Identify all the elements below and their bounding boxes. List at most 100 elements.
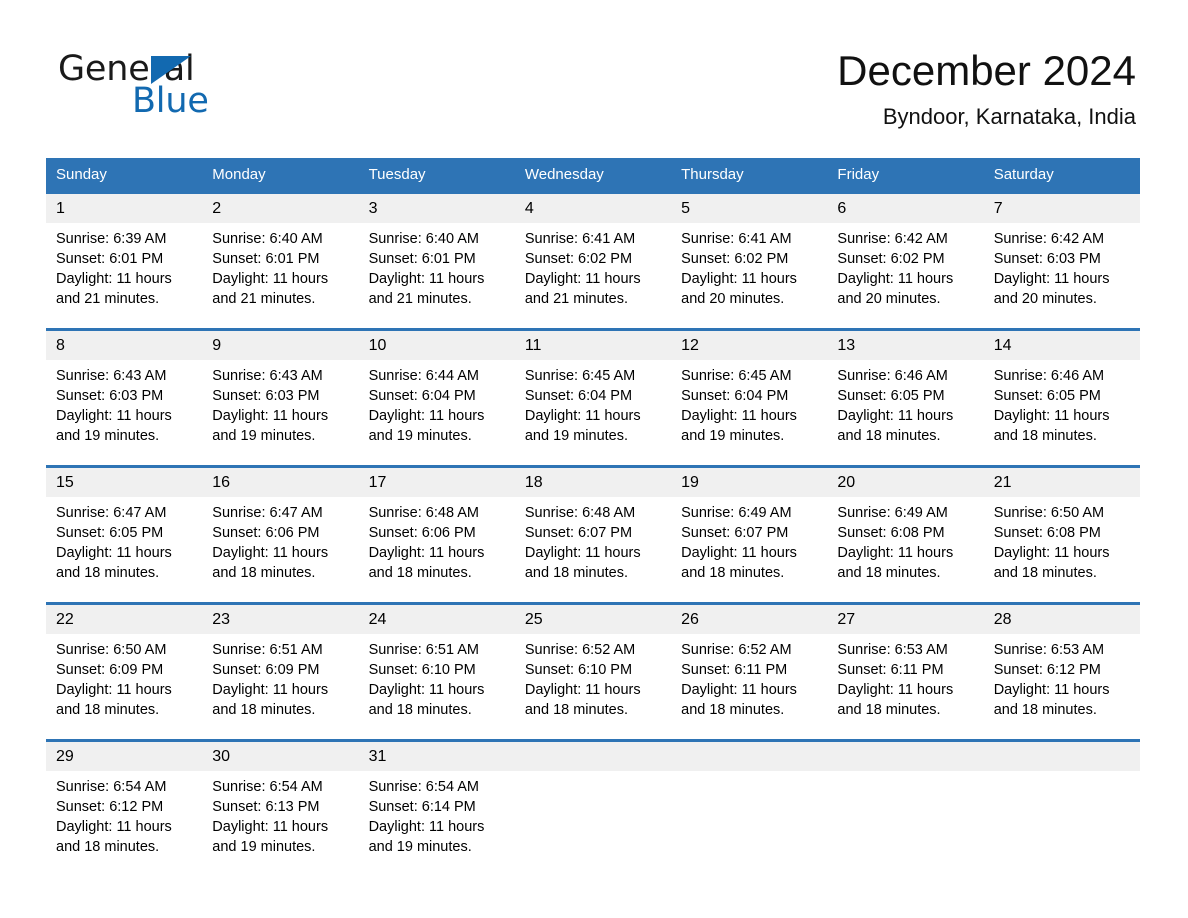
day-details: Sunrise: 6:48 AM Sunset: 6:06 PM Daylight:… — [359, 497, 515, 583]
calendar-day-cell[interactable]: 10 Sunrise: 6:44 AM Sunset: 6:04 PM Dayligh… — [358, 328, 515, 449]
calendar-day-cell[interactable]: 13 Sunrise: 6:46 AM Sunset: 6:05 PM Dayligh… — [827, 328, 984, 449]
day-details: Sunrise: 6:43 AM Sunset: 6:03 PM Daylight:… — [202, 360, 358, 446]
daylight-duration-line1: Daylight: 11 hours — [212, 271, 329, 287]
sunset-time: Sunset: 6:05 PM — [56, 525, 164, 541]
calendar-day-cell[interactable]: 5 Sunrise: 6:41 AM Sunset: 6:02 PM Daylight… — [671, 191, 828, 312]
daylight-duration-line2: and 18 minutes. — [993, 702, 1097, 718]
week-spacer-cell — [46, 312, 1140, 330]
daylight-duration-line1: Daylight: 11 hours — [993, 545, 1110, 561]
calendar-day-cell[interactable]: 2 Sunrise: 6:40 AM Sunset: 6:01 PM Daylight… — [202, 191, 359, 312]
day-number: 24 — [358, 605, 515, 634]
day-details: Sunrise: 6:46 AM Sunset: 6:05 PM Daylight:… — [984, 360, 1140, 446]
daylight-duration-line2: and 18 minutes. — [524, 702, 629, 718]
day-number: 19 — [671, 468, 828, 497]
day-details: Sunrise: 6:39 AM Sunset: 6:01 PM Daylight:… — [46, 223, 202, 309]
calendar-day-cell[interactable]: 27 Sunrise: 6:53 AM Sunset: 6:11 PM Dayligh… — [827, 602, 984, 723]
calendar-day-cell[interactable]: 21 Sunrise: 6:50 AM Sunset: 6:08 PM Dayligh… — [983, 465, 1140, 586]
daylight-duration-line1: Daylight: 11 hours — [56, 408, 172, 424]
day-details: Sunrise: 6:45 AM Sunset: 6:04 PM Daylight:… — [515, 360, 671, 446]
calendar-day-cell[interactable]: 8 Sunrise: 6:43 AM Sunset: 6:03 PM Daylight… — [46, 328, 203, 449]
daylight-duration-line2: and 18 minutes. — [212, 565, 316, 581]
sunset-time: Sunset: 6:03 PM — [212, 388, 320, 404]
day-number: 31 — [358, 742, 515, 771]
sunset-time: Sunset: 6:13 PM — [212, 799, 320, 815]
sunset-time: Sunset: 6:01 PM — [56, 251, 164, 267]
calendar-day-cell[interactable]: 25 Sunrise: 6:52 AM Sunset: 6:10 PM Dayligh… — [514, 602, 672, 723]
calendar-day-cell[interactable]: 17 Sunrise: 6:48 AM Sunset: 6:06 PM Dayligh… — [358, 465, 515, 586]
day-details: Sunrise: 6:49 AM Sunset: 6:08 PM Daylight:… — [827, 497, 983, 583]
page-title: December 2024 — [837, 47, 1136, 94]
calendar-day-cell[interactable]: 24 Sunrise: 6:51 AM Sunset: 6:10 PM Dayligh… — [358, 602, 515, 723]
daylight-duration-line1: Daylight: 11 hours — [681, 271, 797, 287]
weekday-header-row: Sunday Monday Tuesday Wednesday Thursday… — [46, 158, 1140, 193]
daylight-duration-line1: Daylight: 11 hours — [368, 408, 485, 424]
calendar-day-cell[interactable]: 20 Sunrise: 6:49 AM Sunset: 6:08 PM Dayligh… — [827, 465, 984, 586]
calendar-day-cell[interactable]: 22 Sunrise: 6:50 AM Sunset: 6:09 PM Dayligh… — [46, 602, 203, 723]
sunrise-time: Sunrise: 6:49 AM — [837, 505, 948, 521]
calendar-day-cell[interactable]: 1 Sunrise: 6:39 AM Sunset: 6:01 PM Daylight… — [46, 191, 203, 312]
sunrise-time: Sunrise: 6:41 AM — [681, 231, 792, 247]
day-number: 2 — [202, 194, 359, 223]
calendar-day-cell[interactable]: 28 Sunrise: 6:53 AM Sunset: 6:12 PM Dayligh… — [983, 602, 1140, 723]
calendar-day-cell[interactable]: 29 Sunrise: 6:54 AM Sunset: 6:12 PM Dayligh… — [46, 739, 203, 860]
daylight-duration-line1: Daylight: 11 hours — [56, 545, 172, 561]
calendar-day-cell[interactable]: 14 Sunrise: 6:46 AM Sunset: 6:05 PM Dayligh… — [983, 328, 1140, 449]
calendar-day-cell[interactable]: 15 Sunrise: 6:47 AM Sunset: 6:05 PM Dayligh… — [46, 465, 203, 586]
calendar-day-cell[interactable]: 7 Sunrise: 6:42 AM Sunset: 6:03 PM Daylight… — [983, 191, 1140, 312]
day-details: Sunrise: 6:41 AM Sunset: 6:02 PM Daylight:… — [515, 223, 671, 309]
sunset-time: Sunset: 6:06 PM — [368, 525, 476, 541]
daylight-duration-line1: Daylight: 11 hours — [681, 545, 797, 561]
sunset-time: Sunset: 6:04 PM — [368, 388, 476, 404]
day-number: 15 — [46, 468, 203, 497]
calendar-day-cell[interactable]: 31 Sunrise: 6:54 AM Sunset: 6:14 PM Dayligh… — [358, 739, 515, 860]
calendar-day-cell[interactable]: 12 Sunrise: 6:45 AM Sunset: 6:04 PM Dayligh… — [671, 328, 828, 449]
calendar-day-cell[interactable]: 9 Sunrise: 6:43 AM Sunset: 6:03 PM Daylight… — [202, 328, 359, 449]
calendar-page: General Blue December 2024 Byndoor, Karn… — [0, 0, 1188, 918]
sunrise-time: Sunrise: 6:43 AM — [212, 368, 323, 384]
week-spacer-cell — [46, 449, 1140, 467]
daylight-duration-line1: Daylight: 11 hours — [524, 271, 641, 287]
calendar-day-cell[interactable]: 16 Sunrise: 6:47 AM Sunset: 6:06 PM Dayligh… — [202, 465, 359, 586]
sunset-time: Sunset: 6:10 PM — [368, 662, 476, 678]
day-details: Sunrise: 6:54 AM Sunset: 6:13 PM Daylight:… — [202, 771, 358, 857]
calendar-day-cell[interactable]: 11 Sunrise: 6:45 AM Sunset: 6:04 PM Dayligh… — [514, 328, 672, 449]
daylight-duration-line2: and 18 minutes. — [368, 565, 472, 581]
day-details: Sunrise: 6:50 AM Sunset: 6:08 PM Daylight:… — [984, 497, 1140, 583]
day-number: 9 — [202, 331, 359, 360]
day-details: Sunrise: 6:42 AM Sunset: 6:02 PM Daylight:… — [827, 223, 983, 309]
day-details: Sunrise: 6:46 AM Sunset: 6:05 PM Daylight:… — [827, 360, 983, 446]
calendar-day-cell[interactable]: 30 Sunrise: 6:54 AM Sunset: 6:13 PM Dayligh… — [202, 739, 359, 860]
calendar-day-cell[interactable]: 23 Sunrise: 6:51 AM Sunset: 6:09 PM Dayligh… — [202, 602, 359, 723]
general-blue-logo[interactable]: General Blue — [58, 50, 358, 120]
sunset-time: Sunset: 6:09 PM — [56, 662, 164, 678]
calendar-day-cell[interactable]: 18 Sunrise: 6:48 AM Sunset: 6:07 PM Dayligh… — [514, 465, 672, 586]
weekday-header-saturday: Saturday — [983, 158, 1140, 193]
calendar-day-cell[interactable]: 4 Sunrise: 6:41 AM Sunset: 6:02 PM Daylight… — [514, 191, 672, 312]
daylight-duration-line1: Daylight: 11 hours — [837, 682, 954, 698]
sunset-time: Sunset: 6:10 PM — [524, 662, 633, 678]
calendar-day-cell[interactable]: 3 Sunrise: 6:40 AM Sunset: 6:01 PM Daylight… — [358, 191, 515, 312]
calendar-empty-cell — [514, 739, 672, 860]
sunset-time: Sunset: 6:02 PM — [837, 251, 945, 267]
sunrise-time: Sunrise: 6:54 AM — [56, 779, 167, 795]
calendar-empty-cell — [983, 739, 1140, 860]
calendar-day-cell[interactable]: 26 Sunrise: 6:52 AM Sunset: 6:11 PM Dayligh… — [671, 602, 828, 723]
calendar-empty-cell — [671, 739, 828, 860]
calendar-day-cell[interactable]: 6 Sunrise: 6:42 AM Sunset: 6:02 PM Daylight… — [827, 191, 984, 312]
calendar-day-cell[interactable]: 19 Sunrise: 6:49 AM Sunset: 6:07 PM Dayligh… — [671, 465, 828, 586]
sunset-time: Sunset: 6:07 PM — [681, 525, 789, 541]
day-details: Sunrise: 6:47 AM Sunset: 6:06 PM Daylight:… — [202, 497, 358, 583]
sunset-time: Sunset: 6:09 PM — [212, 662, 320, 678]
weekday-header-friday: Friday — [827, 158, 984, 193]
day-details: Sunrise: 6:51 AM Sunset: 6:10 PM Daylight:… — [359, 634, 515, 720]
daylight-duration-line1: Daylight: 11 hours — [212, 408, 329, 424]
daylight-duration-line1: Daylight: 11 hours — [837, 408, 954, 424]
day-details: Sunrise: 6:40 AM Sunset: 6:01 PM Daylight:… — [359, 223, 515, 309]
day-number: 26 — [671, 605, 828, 634]
sunset-time: Sunset: 6:01 PM — [368, 251, 476, 267]
day-number: 8 — [46, 331, 203, 360]
daylight-duration-line2: and 20 minutes. — [993, 291, 1097, 307]
daylight-duration-line2: and 19 minutes. — [56, 428, 160, 444]
sunrise-time: Sunrise: 6:50 AM — [56, 642, 167, 658]
daylight-duration-line2: and 21 minutes. — [56, 291, 160, 307]
